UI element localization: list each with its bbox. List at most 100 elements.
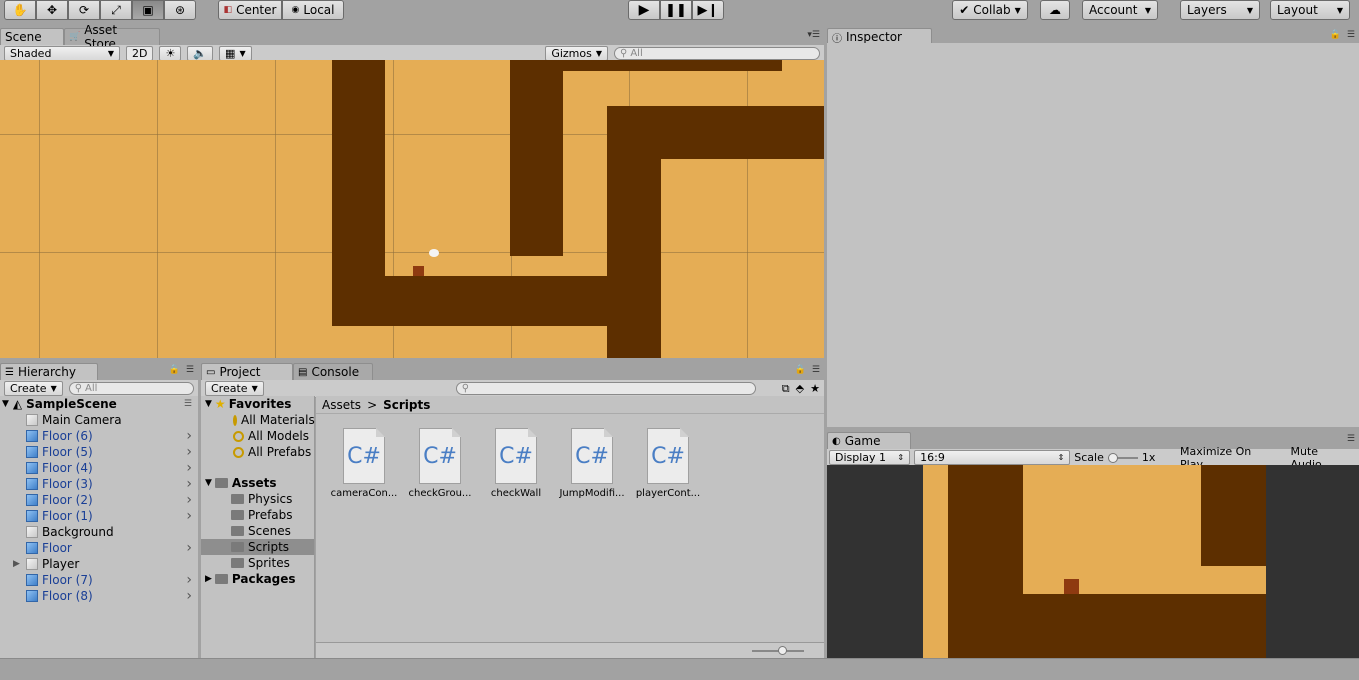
script-asset[interactable]: C# cameraCon... <box>328 428 400 499</box>
hierarchy-create-dropdown[interactable]: Create ▼ <box>4 381 63 396</box>
scene-root[interactable]: ▼ ◭ SampleScene ☰ <box>0 396 198 412</box>
project-search-input[interactable]: ⚲ <box>455 382 756 395</box>
chevron-right-icon[interactable]: › <box>186 588 192 604</box>
hierarchy-item[interactable]: Floor › <box>0 540 198 556</box>
asset-folder[interactable]: Scenes <box>201 523 314 539</box>
menu-icon[interactable]: ▾☰ <box>807 30 820 40</box>
breadcrumb-assets[interactable]: Assets <box>322 398 361 412</box>
move-tool-button[interactable]: ✥ <box>36 0 68 20</box>
chevron-right-icon[interactable]: › <box>186 572 192 588</box>
scene-menu-icon[interactable]: ☰ <box>184 399 192 409</box>
hierarchy-item[interactable]: Floor (8) › <box>0 588 198 604</box>
filter-type-icon[interactable]: ⧉ <box>782 382 790 396</box>
audio-toggle[interactable]: 🔈 <box>187 46 214 61</box>
rotate-tool-button[interactable]: ⟳ <box>68 0 100 20</box>
lock-icon[interactable]: 🔒 <box>1330 30 1341 40</box>
expand-arrow-icon[interactable]: ▼ <box>205 478 212 488</box>
account-dropdown[interactable]: Account ▼ <box>1082 0 1158 20</box>
rect-tool-button[interactable]: ▣ <box>132 0 164 20</box>
hierarchy-item[interactable]: Floor (3) › <box>0 476 198 492</box>
breadcrumb-scripts[interactable]: Scripts <box>383 398 430 412</box>
tab-asset-store[interactable]: 🛒 Asset Store <box>64 23 160 51</box>
scene-viewport[interactable] <box>0 60 824 358</box>
maximize-on-play-toggle[interactable]: Maximize On Play <box>1175 445 1281 471</box>
scale-slider[interactable] <box>1107 452 1138 463</box>
expand-arrow-icon[interactable]: ▼ <box>205 399 212 409</box>
lighting-toggle[interactable]: ☀ <box>159 46 182 61</box>
transform-tool-button[interactable]: ⊛ <box>164 0 196 20</box>
mute-audio-toggle[interactable]: Mute Audio <box>1285 445 1357 471</box>
favorite-item[interactable]: All Materials <box>201 412 315 428</box>
hierarchy-item[interactable]: Background <box>0 524 198 540</box>
collab-dropdown[interactable]: ✔ Collab ▼ <box>952 0 1028 20</box>
project-panel-menu[interactable]: 🔒 ☰ <box>795 365 820 375</box>
chevron-right-icon[interactable]: › <box>186 444 192 460</box>
inspector-panel-menu[interactable]: 🔒 ☰ <box>1330 30 1355 40</box>
layout-dropdown[interactable]: Layout ▼ <box>1270 0 1350 20</box>
menu-icon[interactable]: ☰ <box>1347 30 1355 40</box>
chevron-right-icon[interactable]: › <box>186 476 192 492</box>
hierarchy-item[interactable]: Floor (4) › <box>0 460 198 476</box>
expand-arrow-icon[interactable]: ▼ <box>2 399 9 409</box>
floor-tile[interactable] <box>510 60 782 71</box>
camera-gizmo-icon[interactable] <box>429 249 439 257</box>
shading-mode-dropdown[interactable]: Shaded ▼ <box>4 46 120 61</box>
floor-tile[interactable] <box>332 276 622 326</box>
tab-game[interactable]: ◐ Game <box>827 432 911 449</box>
player-sprite[interactable] <box>413 266 424 276</box>
display-dropdown[interactable]: Display 1 ⇕ <box>829 450 911 465</box>
pivot-center-button[interactable]: ◧ Center <box>218 0 282 20</box>
hierarchy-search-input[interactable]: ⚲ All <box>68 382 194 395</box>
hierarchy-item[interactable]: Main Camera <box>0 412 198 428</box>
chevron-right-icon[interactable]: › <box>186 460 192 476</box>
label-icon[interactable]: ⬘ <box>796 382 804 395</box>
gizmos-dropdown[interactable]: Gizmos ▼ <box>545 46 608 61</box>
scale-tool-button[interactable]: ⤢ <box>100 0 132 20</box>
tab-hierarchy[interactable]: ☰ Hierarchy <box>0 363 98 380</box>
step-button[interactable]: ▶❙ <box>692 0 724 20</box>
chevron-right-icon[interactable]: › <box>186 428 192 444</box>
asset-folder[interactable]: Prefabs <box>201 507 314 523</box>
game-panel-menu[interactable]: ☰ <box>1347 434 1355 444</box>
asset-folder[interactable]: Scripts <box>201 539 314 555</box>
lock-icon[interactable]: 🔒 <box>795 365 806 375</box>
lock-icon[interactable]: 🔒 <box>169 365 180 375</box>
packages-folder[interactable]: ▶ Packages <box>201 571 314 587</box>
tab-console[interactable]: ▤ Console <box>293 363 373 380</box>
layers-dropdown[interactable]: Layers ▼ <box>1180 0 1260 20</box>
hierarchy-item[interactable]: Floor (2) › <box>0 492 198 508</box>
tab-project[interactable]: ▭ Project <box>201 363 293 380</box>
script-asset[interactable]: C# checkWall <box>480 428 552 499</box>
scale-slider-handle[interactable] <box>1107 452 1118 463</box>
hierarchy-item[interactable]: Floor (7) › <box>0 572 198 588</box>
floor-tile[interactable] <box>607 106 824 159</box>
hierarchy-item[interactable]: Floor (5) › <box>0 444 198 460</box>
hand-tool-button[interactable]: ✋ <box>4 0 36 20</box>
menu-icon[interactable]: ☰ <box>186 365 194 375</box>
aspect-dropdown[interactable]: 16:9 ⇕ <box>914 450 1071 465</box>
hierarchy-item[interactable]: ▶ Player <box>0 556 198 572</box>
assets-folder[interactable]: ▼ Assets <box>201 475 314 491</box>
favorite-item[interactable]: All Prefabs <box>201 444 314 460</box>
mode-2d-toggle[interactable]: 2D <box>126 46 154 61</box>
star-icon[interactable]: ★ <box>810 382 820 395</box>
asset-folder[interactable]: Sprites <box>201 555 314 571</box>
project-create-dropdown[interactable]: Create ▼ <box>205 381 264 396</box>
play-button[interactable]: ▶ <box>628 0 660 20</box>
hierarchy-panel-menu[interactable]: 🔒 ☰ <box>169 365 194 375</box>
chevron-right-icon[interactable]: › <box>186 508 192 524</box>
game-viewport[interactable] <box>827 465 1359 658</box>
scene-search-input[interactable]: ⚲ All <box>614 47 820 60</box>
pause-button[interactable]: ❚❚ <box>660 0 692 20</box>
pivot-local-button[interactable]: ◉ Local <box>282 0 344 20</box>
script-asset[interactable]: C# playerCont... <box>632 428 704 499</box>
cloud-button[interactable]: ☁ <box>1040 0 1070 20</box>
script-asset[interactable]: C# checkGrou... <box>404 428 476 499</box>
chevron-right-icon[interactable]: › <box>186 540 192 556</box>
tab-scene[interactable]: Scene <box>0 28 64 45</box>
favorites-folder[interactable]: ▼ ★ Favorites <box>201 396 314 412</box>
hierarchy-item[interactable]: Floor (6) › <box>0 428 198 444</box>
expand-arrow-icon[interactable]: ▶ <box>13 559 20 569</box>
menu-icon[interactable]: ☰ <box>812 365 820 375</box>
floor-tile[interactable] <box>510 60 563 256</box>
